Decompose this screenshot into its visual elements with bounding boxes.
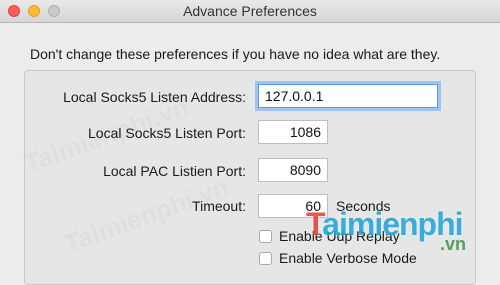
window-title: Advance Preferences [183,3,317,19]
pac-port-input[interactable] [258,158,328,182]
timeout-label: Timeout: [192,198,246,214]
socks5-address-input[interactable] [258,84,438,108]
udp-replay-checkbox[interactable] [259,230,272,243]
verbose-mode-checkbox[interactable] [259,252,272,265]
verbose-mode-label[interactable]: Enable Verbose Mode [279,250,417,266]
socks5-port-label: Local Socks5 Listen Port: [88,125,246,141]
warning-text: Don't change these preferences if you ha… [30,46,441,62]
preferences-window: Advance Preferences Don't change these p… [0,0,500,285]
socks5-port-input[interactable] [258,120,328,144]
title-bar: Advance Preferences [0,0,500,23]
socks5-address-label: Local Socks5 Listen Address: [63,89,246,105]
watermark-domain: .vn [440,234,467,254]
pac-port-label: Local PAC Listien Port: [103,163,246,179]
